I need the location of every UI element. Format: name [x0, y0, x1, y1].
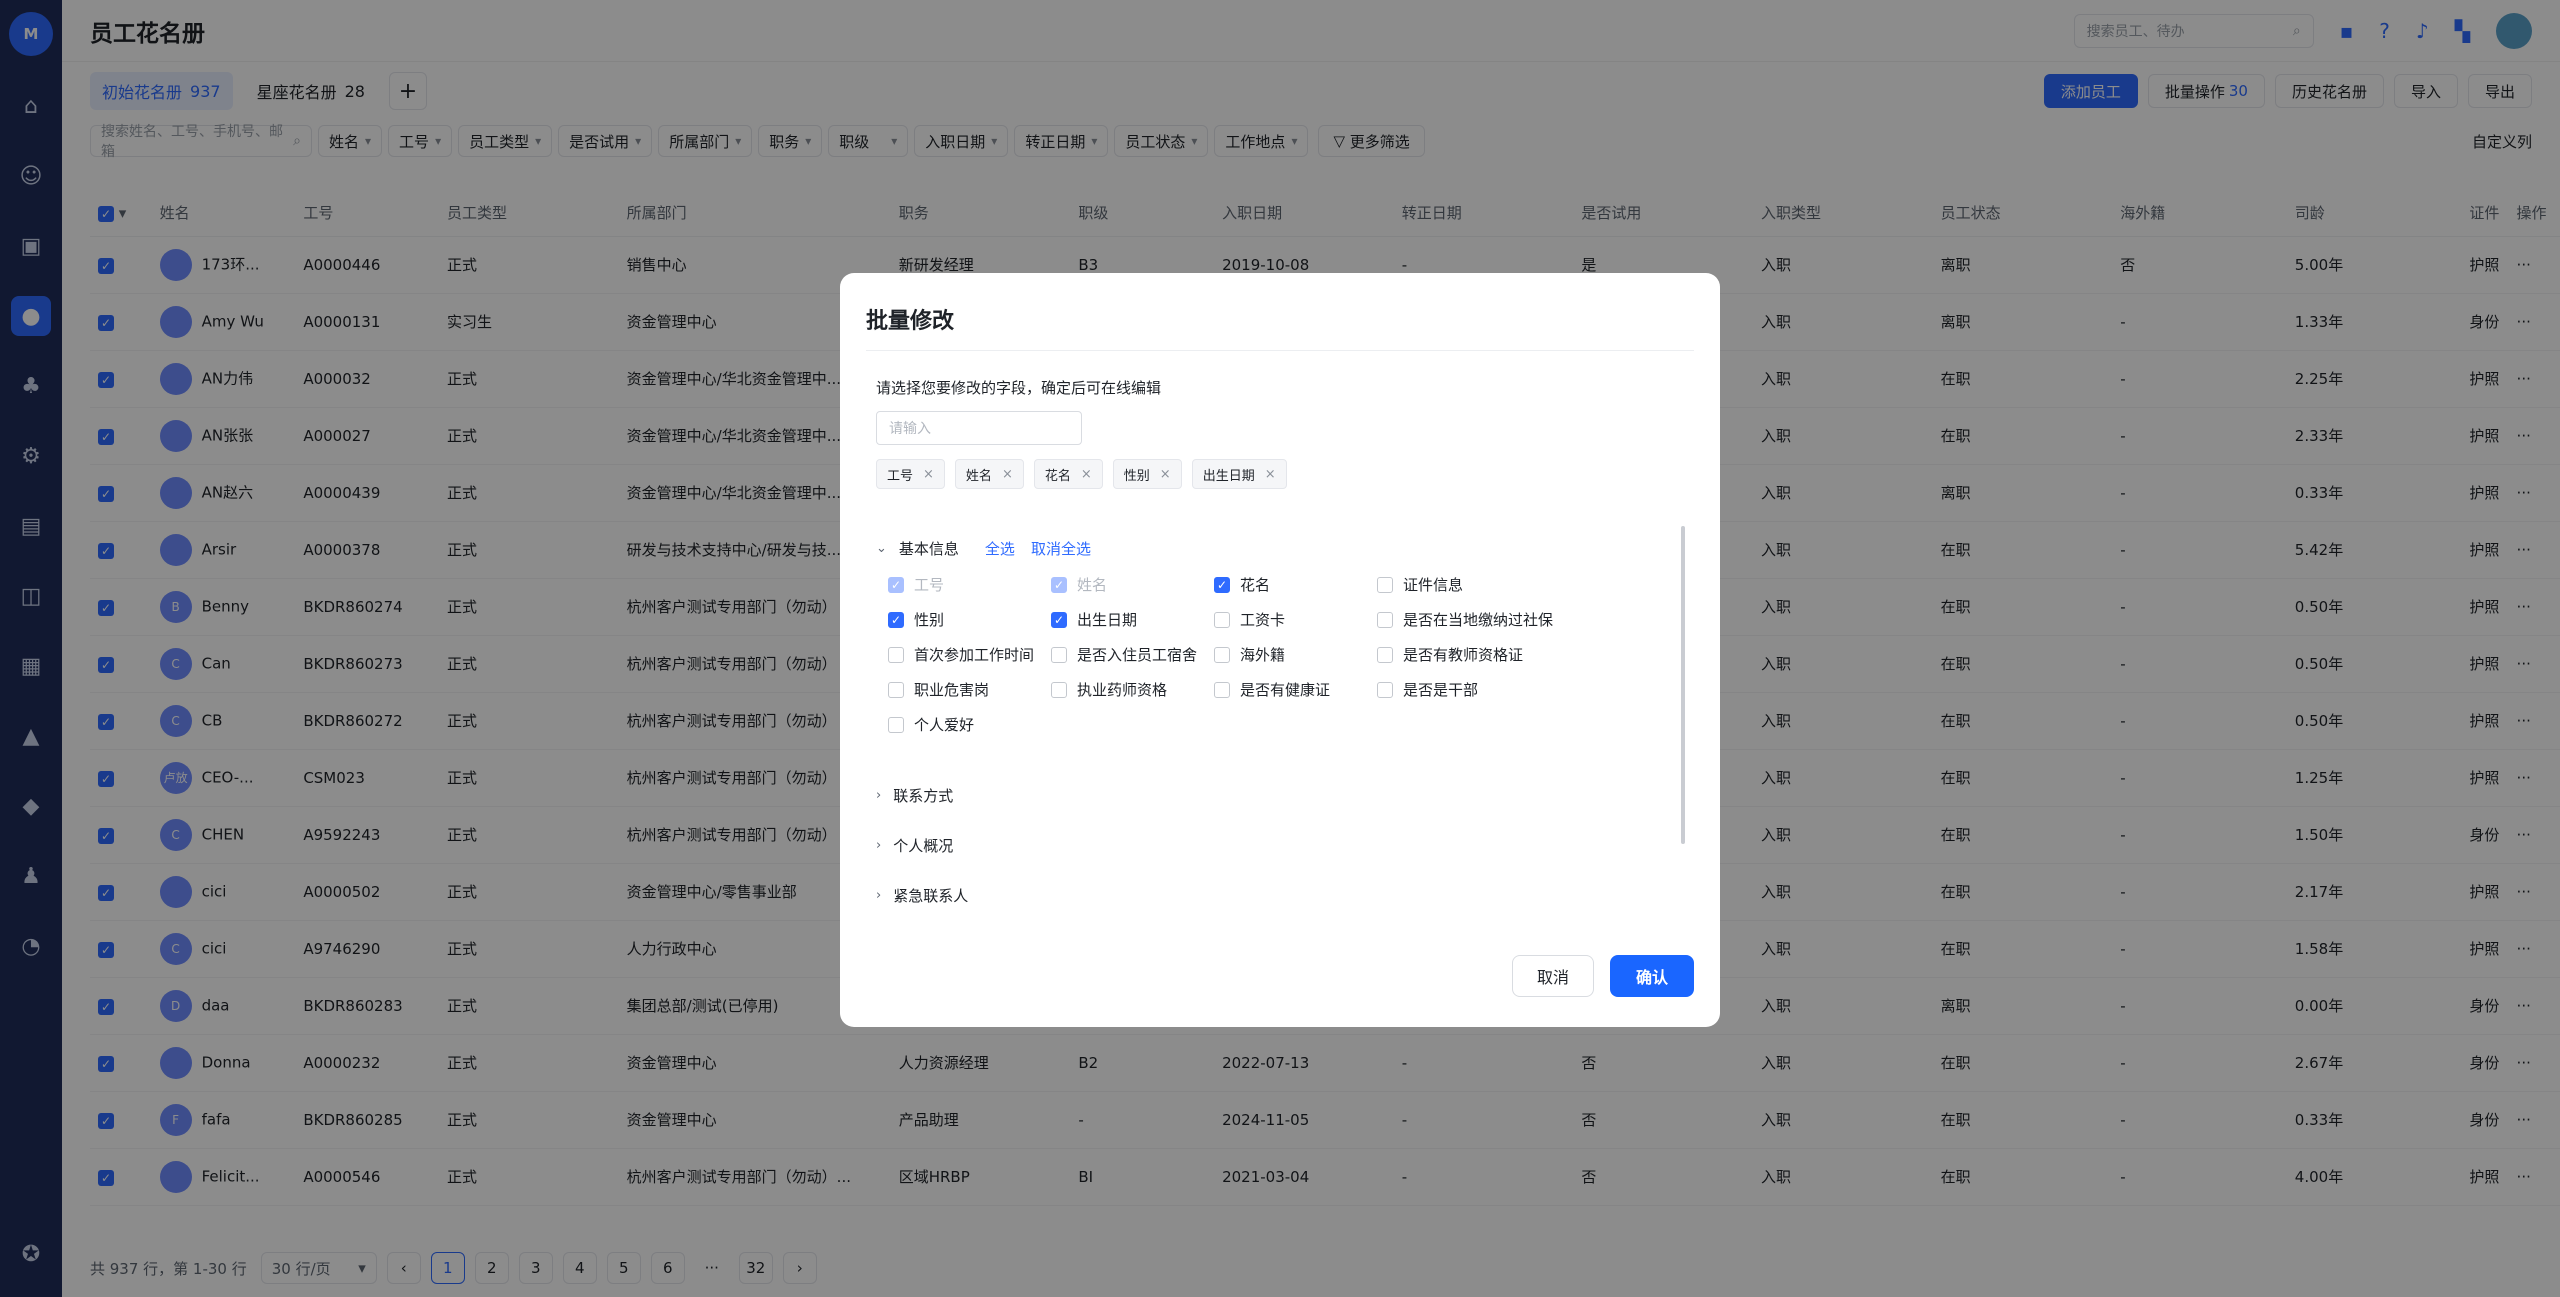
checkbox-icon: ✓: [888, 576, 904, 593]
section-emergency-contact[interactable]: › 紧急联系人: [876, 870, 1666, 911]
field-checkbox[interactable]: ✓ 性别: [888, 608, 1051, 631]
field-checkbox[interactable]: 是否在当地缴纳过社保: [1377, 608, 1567, 631]
checkbox-icon: [1051, 646, 1067, 663]
section-label: 联系方式: [893, 786, 954, 805]
deselect-all-link[interactable]: 取消全选: [1031, 538, 1091, 559]
checkbox-icon: [1377, 576, 1393, 593]
field-label: 工资卡: [1240, 611, 1286, 629]
checkbox-icon: [1377, 646, 1393, 663]
field-label: 首次参加工作时间: [914, 646, 1035, 664]
field-checkbox-grid: ✓ 工号 ✓ 姓名 ✓ 花名 证件信息 ✓ 性别 ✓ 出生日期 工资卡 是否在当地缴纳过社保首次参加工作…: [888, 573, 1666, 736]
checkbox-icon: [1377, 681, 1393, 698]
field-checkbox[interactable]: 海外籍: [1214, 643, 1377, 666]
chip: 出生日期 ×: [1191, 459, 1287, 489]
field-checkbox[interactable]: 是否是干部: [1377, 678, 1567, 701]
field-label: 执业药师资格: [1077, 681, 1168, 699]
field-label: 是否入住员工宿舍: [1077, 646, 1198, 664]
chevron-down-icon[interactable]: ⌄: [876, 541, 887, 556]
checkbox-icon: ✓: [1051, 576, 1067, 593]
chip-label: 姓名: [965, 468, 992, 484]
batch-edit-dialog: 批量修改 请选择您要修改的字段，确定后可在线编辑 请输入 工号 × 姓名 × 花名 ×…: [840, 273, 1720, 1027]
chip-label: 性别: [1123, 468, 1150, 484]
select-all-link[interactable]: 全选: [985, 538, 1015, 559]
chip: 姓名 ×: [954, 459, 1024, 489]
checkbox-icon: ✓: [1051, 611, 1067, 628]
checkbox-icon: [888, 646, 904, 663]
field-label: 职业危害岗: [914, 681, 990, 699]
section-label: 个人概况: [893, 836, 954, 855]
dialog-description: 请选择您要修改的字段，确定后可在线编辑: [876, 379, 1162, 397]
checkbox-icon: [1214, 611, 1230, 628]
dialog-scrollbar[interactable]: [1681, 526, 1685, 844]
chip-label: 出生日期: [1202, 468, 1255, 484]
checkbox-icon: [1214, 681, 1230, 698]
field-checkbox[interactable]: 执业药师资格: [1051, 678, 1214, 701]
close-icon[interactable]: ×: [1160, 467, 1171, 482]
close-icon[interactable]: ×: [1265, 467, 1276, 482]
checkbox-icon: ✓: [888, 611, 904, 628]
field-label: 证件信息: [1403, 576, 1464, 594]
field-groups: ⌄ 基本信息 全选 取消全选 ✓ 工号 ✓ 姓名 ✓ 花名 证件信息 ✓ 性别 ✓ 出生日期 工资卡是…: [876, 531, 1666, 911]
field-checkbox[interactable]: 是否有教师资格证: [1377, 643, 1567, 666]
chevron-right-icon: ›: [876, 837, 882, 853]
field-label: 性别: [914, 611, 945, 629]
close-icon[interactable]: ×: [923, 467, 934, 482]
field-checkbox[interactable]: 个人爱好: [888, 713, 1051, 736]
field-search-input[interactable]: 请输入: [876, 411, 1082, 445]
field-label: 是否是干部: [1403, 681, 1479, 699]
field-checkbox[interactable]: ✓ 出生日期: [1051, 608, 1214, 631]
section-contact[interactable]: › 联系方式: [876, 770, 1666, 820]
chevron-right-icon: ›: [876, 887, 882, 903]
field-search-placeholder: 请输入: [889, 421, 931, 437]
chip: 工号 ×: [876, 459, 945, 489]
group-title[interactable]: 基本信息: [899, 538, 959, 559]
checkbox-icon: [1214, 646, 1230, 663]
divider: [866, 350, 1694, 351]
chevron-right-icon: ›: [876, 787, 882, 803]
chip: 花名 ×: [1033, 459, 1103, 489]
field-label: 是否有教师资格证: [1403, 646, 1524, 664]
field-label: 海外籍: [1240, 646, 1286, 664]
checkbox-icon: [888, 681, 904, 698]
checkbox-icon: ✓: [1214, 576, 1230, 593]
chip: 性别 ×: [1112, 459, 1182, 489]
field-label: 出生日期: [1077, 611, 1138, 629]
group-basic-info: ⌄ 基本信息 全选 取消全选: [876, 531, 1666, 565]
field-checkbox[interactable]: 首次参加工作时间: [888, 643, 1051, 666]
checkbox-icon: [1377, 611, 1393, 628]
dialog-title: 批量修改: [866, 309, 955, 334]
field-checkbox[interactable]: 工资卡: [1214, 608, 1377, 631]
field-checkbox: ✓ 工号: [888, 573, 1051, 596]
field-label: 花名: [1240, 576, 1271, 594]
checkbox-icon: [888, 716, 904, 733]
section-label: 紧急联系人: [893, 886, 969, 905]
field-checkbox[interactable]: 是否入住员工宿舍: [1051, 643, 1214, 666]
field-checkbox[interactable]: 职业危害岗: [888, 678, 1051, 701]
field-checkbox[interactable]: 是否有健康证: [1214, 678, 1377, 701]
confirm-button[interactable]: 确认: [1610, 955, 1694, 997]
field-label: 是否在当地缴纳过社保: [1403, 611, 1554, 629]
field-label: 工号: [914, 576, 945, 594]
field-checkbox[interactable]: ✓ 花名: [1214, 573, 1377, 596]
close-icon[interactable]: ×: [1081, 467, 1092, 482]
field-label: 姓名: [1077, 576, 1108, 594]
selected-field-chips: 工号 × 姓名 × 花名 × 性别 × 出生日期 ×: [876, 459, 1297, 489]
cancel-button[interactable]: 取消: [1512, 955, 1594, 997]
field-label: 个人爱好: [914, 716, 975, 734]
field-checkbox: ✓ 姓名: [1051, 573, 1214, 596]
section-personal[interactable]: › 个人概况: [876, 820, 1666, 870]
close-icon[interactable]: ×: [1002, 467, 1013, 482]
field-checkbox[interactable]: 证件信息: [1377, 573, 1567, 596]
chip-label: 工号: [887, 468, 914, 484]
chip-label: 花名: [1044, 468, 1071, 484]
checkbox-icon: [1051, 681, 1067, 698]
field-label: 是否有健康证: [1240, 681, 1331, 699]
